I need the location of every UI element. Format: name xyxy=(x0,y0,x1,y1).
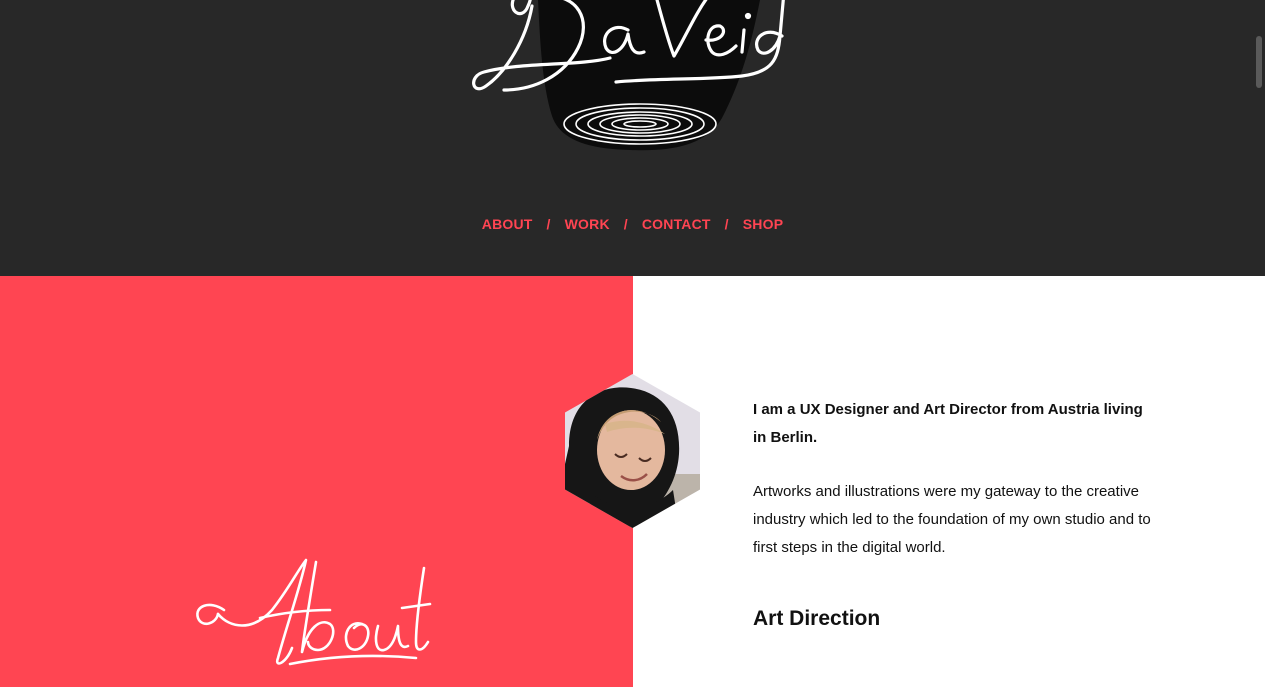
nav-separator: / xyxy=(724,216,729,232)
nav-separator: / xyxy=(546,216,551,232)
main-nav: ABOUT / WORK / CONTACT / SHOP xyxy=(0,216,1265,232)
nav-separator: / xyxy=(623,216,628,232)
about-script-heading xyxy=(196,558,432,666)
intro-lead: I am a UX Designer and Art Director from… xyxy=(753,401,1143,446)
scrollbar-thumb[interactable] xyxy=(1256,36,1262,88)
about-intro: I am a UX Designer and Art Director from… xyxy=(753,396,1153,562)
intro-body: Artworks and illustrations were my gatew… xyxy=(753,483,1151,556)
nav-about[interactable]: ABOUT xyxy=(482,216,533,232)
avatar xyxy=(565,374,700,528)
section-heading-art-direction: Art Direction xyxy=(753,607,881,630)
logo[interactable] xyxy=(460,0,790,160)
nav-contact[interactable]: CONTACT xyxy=(642,216,711,232)
nav-work[interactable]: WORK xyxy=(565,216,610,232)
site-header: ABOUT / WORK / CONTACT / SHOP xyxy=(0,0,1265,276)
nav-shop[interactable]: SHOP xyxy=(743,216,783,232)
